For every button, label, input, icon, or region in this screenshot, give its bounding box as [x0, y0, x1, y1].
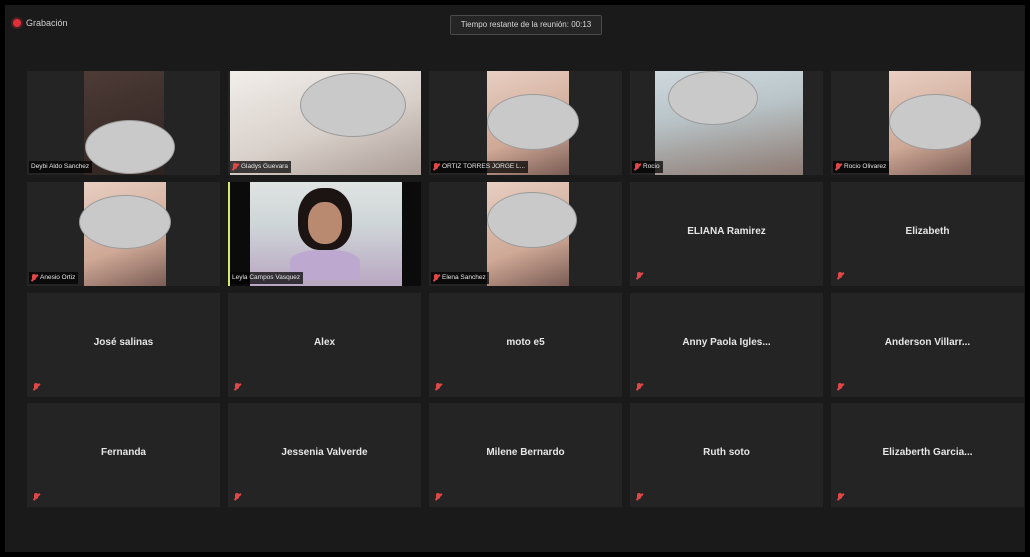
face-blur	[79, 195, 171, 249]
participant-name: Ruth soto	[703, 447, 750, 458]
participant-name: Fernanda	[100, 447, 146, 458]
participant-name: Milene Bernardo	[486, 447, 565, 458]
gallery-grid: Deybi Aldo Sanchez Gladys Guevara ORTIZ …	[27, 71, 1025, 507]
muted-mic-icon	[636, 493, 642, 501]
participant-tile[interactable]: ELIANA Ramirez	[630, 182, 823, 286]
participant-tile[interactable]: Anny Paola Igles...	[630, 293, 823, 397]
muted-mic-icon	[634, 163, 640, 171]
participant-tile[interactable]: Deybi Aldo Sanchez	[27, 71, 220, 175]
participant-tile[interactable]: Gladys Guevara	[228, 71, 421, 175]
participant-tile[interactable]: Elizabeth	[831, 182, 1024, 286]
participant-name: moto e5	[506, 337, 545, 348]
muted-mic-icon	[636, 272, 642, 280]
participant-name-label: ORTIZ TORRES JORGE L...	[431, 161, 529, 173]
participant-name-label: Elena Sanchez	[431, 272, 489, 284]
muted-mic-icon	[837, 272, 843, 280]
participant-name: ELIANA Ramirez	[687, 226, 766, 237]
participant-tile[interactable]: Alex	[228, 293, 421, 397]
face-blur	[487, 192, 577, 248]
participant-name-label: Leyla Campos Vasquez	[230, 272, 304, 284]
face-blur	[487, 94, 579, 150]
participant-name-label: Rocio Olivarez	[833, 161, 890, 173]
active-speaker-tile[interactable]: Leyla Campos Vasquez	[228, 182, 421, 286]
speaker-figure	[290, 188, 360, 280]
muted-mic-icon	[837, 493, 843, 501]
face-blur	[300, 73, 406, 137]
meeting-time-remaining: Tiempo restante de la reunión: 00:13	[450, 15, 602, 35]
muted-mic-icon	[232, 163, 238, 171]
participant-tile[interactable]: Ruth soto	[630, 403, 823, 507]
meeting-window: Grabación Tiempo restante de la reunión:…	[5, 5, 1025, 552]
participant-name-label: Anesio Ortiz	[29, 272, 79, 284]
participant-name: Elizabeth	[905, 226, 950, 237]
participant-name: Jessenia Valverde	[281, 447, 368, 458]
recording-label: Grabación	[26, 18, 68, 28]
muted-mic-icon	[31, 274, 37, 282]
face-blur	[85, 120, 175, 174]
participant-tile[interactable]: Anderson Villarr...	[831, 293, 1024, 397]
participant-tile[interactable]: Elena Sanchez	[429, 182, 622, 286]
muted-mic-icon	[433, 274, 439, 282]
muted-mic-icon	[33, 383, 39, 391]
participant-name: Anny Paola Igles...	[682, 337, 771, 348]
participant-tile[interactable]: Anesio Ortiz	[27, 182, 220, 286]
muted-mic-icon	[835, 163, 841, 171]
muted-mic-icon	[636, 383, 642, 391]
muted-mic-icon	[435, 383, 441, 391]
participant-tile[interactable]: Jessenia Valverde	[228, 403, 421, 507]
face-blur	[668, 71, 758, 125]
participant-tile[interactable]: Rocio	[630, 71, 823, 175]
participant-tile[interactable]: José salinas	[27, 293, 220, 397]
muted-mic-icon	[234, 493, 240, 501]
participant-tile[interactable]: Milene Bernardo	[429, 403, 622, 507]
participant-tile[interactable]: moto e5	[429, 293, 622, 397]
muted-mic-icon	[33, 493, 39, 501]
participant-name: José salinas	[93, 337, 154, 348]
participant-tile[interactable]: ORTIZ TORRES JORGE L...	[429, 71, 622, 175]
participant-name: Elizaberth Garcia...	[882, 447, 973, 458]
participant-name-label: Deybi Aldo Sanchez	[29, 161, 93, 173]
participant-tile[interactable]: Fernanda	[27, 403, 220, 507]
muted-mic-icon	[837, 383, 843, 391]
recording-dot-icon	[13, 19, 21, 27]
participant-tile[interactable]: Rocio Olivarez	[831, 71, 1024, 175]
muted-mic-icon	[435, 493, 441, 501]
participant-name: Alex	[313, 337, 336, 348]
top-bar: Grabación Tiempo restante de la reunión:…	[5, 5, 1025, 41]
participant-name-label: Rocio	[632, 161, 663, 173]
participant-name-label: Gladys Guevara	[230, 161, 291, 173]
participant-tile[interactable]: Elizaberth Garcia...	[831, 403, 1024, 507]
muted-mic-icon	[433, 163, 439, 171]
recording-indicator[interactable]: Grabación	[13, 15, 68, 31]
participant-name: Anderson Villarr...	[884, 337, 971, 348]
muted-mic-icon	[234, 383, 240, 391]
face-blur	[889, 94, 981, 150]
